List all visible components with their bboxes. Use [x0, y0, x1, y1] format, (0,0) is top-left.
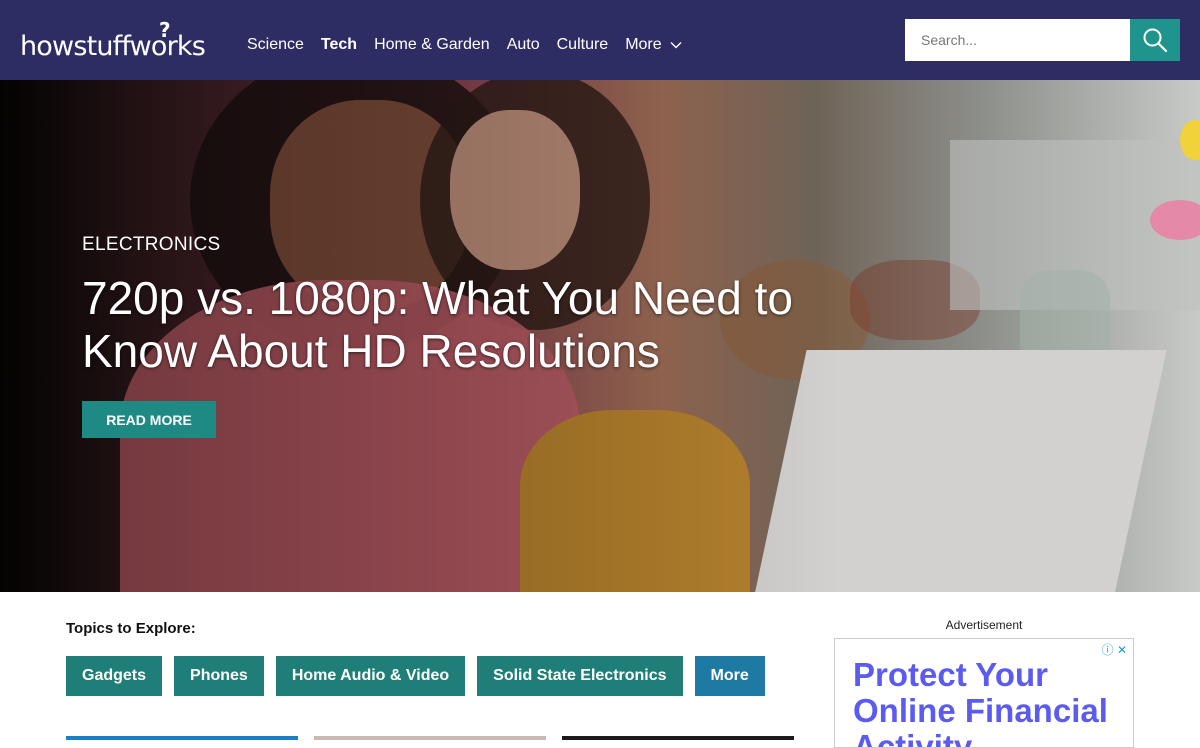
logo-wordmark: howstuffworks — [20, 31, 206, 62]
topics-list: Gadgets Phones Home Audio & Video Solid … — [66, 656, 777, 696]
site-logo[interactable]: howstuffworks ? — [20, 18, 206, 62]
nav-home-garden[interactable]: Home & Garden — [374, 36, 490, 54]
topic-home-audio-video[interactable]: Home Audio & Video — [275, 656, 466, 696]
search-icon — [1143, 28, 1168, 53]
close-icon[interactable]: ✕ — [1117, 643, 1127, 657]
nav-more[interactable]: More — [625, 36, 682, 54]
advertisement-box[interactable]: ⓘ ✕ Protect Your Online Financial Activi… — [834, 638, 1134, 748]
article-card-thumbnail[interactable] — [314, 736, 546, 740]
ad-controls: ⓘ ✕ — [1102, 641, 1127, 658]
nav-more-label: More — [625, 36, 662, 53]
advertisement-label: Advertisement — [945, 618, 1023, 632]
topics-label: Topics to Explore: — [66, 620, 196, 637]
main-nav: Science Tech Home & Garden Auto Culture … — [247, 0, 699, 90]
search-button[interactable] — [1130, 19, 1180, 61]
ad-headline[interactable]: Protect Your Online Financial Activity — [853, 657, 1133, 748]
nav-science[interactable]: Science — [247, 36, 304, 54]
search-input[interactable] — [905, 19, 1130, 61]
nav-culture[interactable]: Culture — [557, 36, 609, 54]
article-card-thumbnail[interactable] — [66, 736, 298, 740]
logo-question-mark: ? — [159, 18, 171, 42]
topic-phones[interactable]: Phones — [174, 656, 264, 696]
topic-more[interactable]: More — [694, 656, 765, 696]
read-more-button[interactable]: READ MORE — [82, 401, 216, 438]
info-icon[interactable]: ⓘ — [1102, 643, 1114, 657]
nav-auto[interactable]: Auto — [507, 36, 540, 54]
article-card-thumbnail[interactable] — [562, 736, 794, 740]
hero-category[interactable]: ELECTRONICS — [82, 234, 220, 256]
site-header: howstuffworks ? Science Tech Home & Gard… — [0, 0, 1200, 80]
search-bar — [905, 19, 1180, 61]
hero-title[interactable]: 720p vs. 1080p: What You Need to Know Ab… — [82, 272, 862, 378]
topic-gadgets[interactable]: Gadgets — [66, 656, 163, 696]
chevron-down-icon — [670, 42, 682, 49]
topic-solid-state-electronics[interactable]: Solid State Electronics — [477, 656, 683, 696]
hero-banner[interactable]: ELECTRONICS 720p vs. 1080p: What You Nee… — [0, 80, 1200, 592]
nav-tech[interactable]: Tech — [321, 36, 357, 54]
